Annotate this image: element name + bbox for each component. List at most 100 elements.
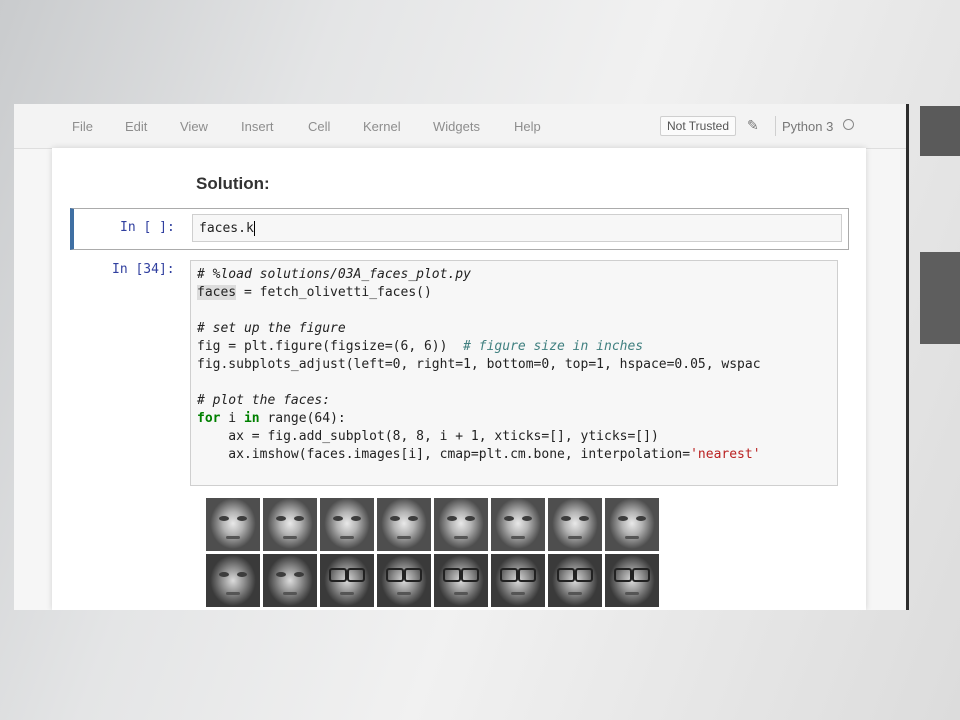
face-thumbnail bbox=[377, 498, 431, 551]
text-caret bbox=[253, 221, 255, 236]
eye-mark bbox=[504, 516, 514, 521]
menu-insert[interactable]: Insert bbox=[241, 119, 274, 134]
code-cell-34[interactable]: In [34]: # %load solutions/03A_faces_plo… bbox=[52, 256, 866, 486]
code-string: 'nearest' bbox=[690, 447, 761, 462]
code-comment: # figure size in inches bbox=[463, 339, 644, 354]
eye-mark bbox=[333, 516, 343, 521]
mouth-mark bbox=[568, 592, 582, 595]
side-panel bbox=[920, 106, 960, 156]
code-cell-selected[interactable]: In [ ]: faces.k bbox=[70, 208, 849, 250]
code-line-2: faces = fetch_olivetti_faces() bbox=[197, 285, 432, 300]
eye-mark bbox=[522, 516, 532, 521]
menu-widgets[interactable]: Widgets bbox=[433, 119, 480, 134]
code-text: i bbox=[220, 411, 244, 426]
glasses-mark bbox=[461, 568, 479, 582]
cell-1-source: faces.k bbox=[199, 221, 254, 236]
mouth-mark bbox=[397, 536, 411, 539]
menu-file[interactable]: File bbox=[72, 119, 93, 134]
eye-mark bbox=[618, 516, 628, 521]
mouth-mark bbox=[625, 536, 639, 539]
mouth-mark bbox=[625, 592, 639, 595]
mouth-mark bbox=[454, 536, 468, 539]
face-thumbnail bbox=[605, 498, 659, 551]
eye-mark bbox=[237, 516, 247, 521]
menu-help[interactable]: Help bbox=[514, 119, 541, 134]
face-thumbnail bbox=[434, 554, 488, 607]
jupyter-window: File Edit View Insert Cell Kernel Widget… bbox=[14, 104, 906, 610]
mouth-mark bbox=[568, 536, 582, 539]
code-text: = fetch_olivetti_faces() bbox=[236, 285, 432, 300]
glasses-mark bbox=[614, 568, 632, 582]
eye-mark bbox=[276, 516, 286, 521]
face-thumbnail bbox=[377, 554, 431, 607]
face-thumbnail bbox=[206, 498, 260, 551]
menu-edit[interactable]: Edit bbox=[125, 119, 147, 134]
eye-mark bbox=[294, 516, 304, 521]
glasses-mark bbox=[518, 568, 536, 582]
keyword-for: for bbox=[197, 411, 221, 426]
glasses-mark bbox=[500, 568, 518, 582]
eye-mark bbox=[219, 572, 229, 577]
code-line-10: ax = fig.add_subplot(8, 8, i + 1, xticks… bbox=[197, 429, 659, 444]
menu-bar: File Edit View Insert Cell Kernel Widget… bbox=[14, 104, 906, 149]
face-thumbnail bbox=[320, 554, 374, 607]
eye-mark bbox=[351, 516, 361, 521]
mouth-mark bbox=[397, 592, 411, 595]
eye-mark bbox=[219, 516, 229, 521]
code-text: ax.imshow(faces.images[i], cmap=plt.cm.b… bbox=[197, 447, 691, 462]
eye-mark bbox=[561, 516, 571, 521]
code-line-1: # %load solutions/03A_faces_plot.py bbox=[197, 267, 471, 282]
glasses-mark bbox=[329, 568, 347, 582]
cell-2-prompt: In [34]: bbox=[112, 262, 175, 277]
menu-cell[interactable]: Cell bbox=[308, 119, 330, 134]
cell-1-prompt: In [ ]: bbox=[120, 220, 175, 235]
eye-mark bbox=[636, 516, 646, 521]
code-line-11: ax.imshow(faces.images[i], cmap=plt.cm.b… bbox=[197, 447, 761, 462]
mouth-mark bbox=[454, 592, 468, 595]
code-line-9: for i in range(64): bbox=[197, 411, 346, 426]
glasses-mark bbox=[575, 568, 593, 582]
keyword-in: in bbox=[243, 411, 260, 426]
solution-heading: Solution: bbox=[196, 174, 270, 193]
code-line-8: # plot the faces: bbox=[197, 393, 331, 408]
menu-kernel[interactable]: Kernel bbox=[363, 119, 401, 134]
glasses-mark bbox=[386, 568, 404, 582]
cell-1-editor[interactable]: faces.k bbox=[192, 214, 842, 242]
cell-2-editor[interactable]: # %load solutions/03A_faces_plot.py face… bbox=[190, 260, 838, 486]
trust-badge[interactable]: Not Trusted bbox=[660, 116, 737, 136]
highlighted-token: faces bbox=[197, 285, 237, 300]
face-thumbnail bbox=[491, 554, 545, 607]
notebook-container: Solution: In [ ]: faces.k In [34]: # %lo… bbox=[52, 148, 866, 610]
eye-mark bbox=[294, 572, 304, 577]
pencil-icon[interactable]: ✎ bbox=[747, 117, 759, 134]
face-thumbnail bbox=[263, 554, 317, 607]
mouth-mark bbox=[226, 536, 240, 539]
eye-mark bbox=[276, 572, 286, 577]
menu-view[interactable]: View bbox=[180, 119, 208, 134]
glasses-mark bbox=[443, 568, 461, 582]
eye-mark bbox=[465, 516, 475, 521]
eye-mark bbox=[408, 516, 418, 521]
code-line-6: fig.subplots_adjust(left=0, right=1, bot… bbox=[197, 357, 761, 372]
code-line-4: # set up the figure bbox=[197, 321, 346, 336]
mouth-mark bbox=[283, 592, 297, 595]
glasses-mark bbox=[557, 568, 575, 582]
mouth-mark bbox=[511, 536, 525, 539]
glasses-mark bbox=[404, 568, 422, 582]
glasses-mark bbox=[632, 568, 650, 582]
side-panel bbox=[920, 252, 960, 344]
kernel-name[interactable]: Python 3 bbox=[782, 119, 833, 134]
eye-mark bbox=[237, 572, 247, 577]
face-thumbnail bbox=[491, 498, 545, 551]
code-text: range(64): bbox=[259, 411, 346, 426]
face-thumbnail bbox=[206, 554, 260, 607]
mouth-mark bbox=[340, 536, 354, 539]
glasses-mark bbox=[347, 568, 365, 582]
code-line-5: fig = plt.figure(figsize=(6, 6)) # figur… bbox=[197, 339, 643, 354]
face-thumbnail bbox=[548, 498, 602, 551]
code-text: fig = plt.figure(figsize=(6, 6)) bbox=[197, 339, 464, 354]
eye-mark bbox=[447, 516, 457, 521]
eye-mark bbox=[579, 516, 589, 521]
face-thumbnail bbox=[434, 498, 488, 551]
face-thumbnail bbox=[548, 554, 602, 607]
